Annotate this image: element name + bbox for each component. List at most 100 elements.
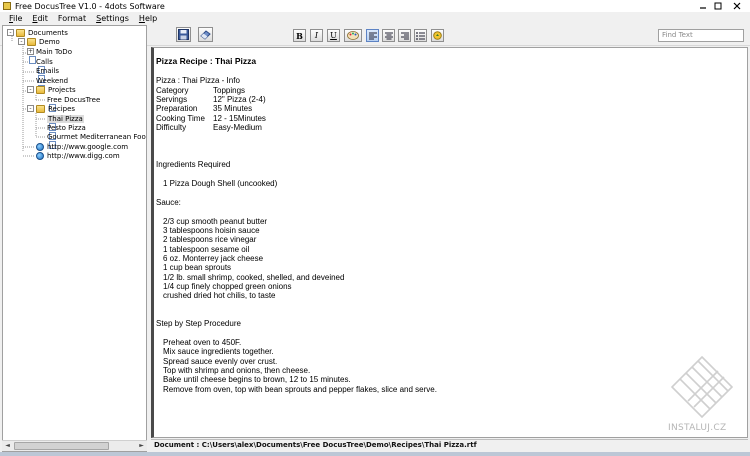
scroll-right-icon[interactable]: ►: [136, 441, 147, 451]
tree-node-projects[interactable]: - Projects: [27, 85, 76, 94]
align-center-icon: [384, 32, 393, 39]
dough-shell-item: 1 Pizza Dough Shell (uncooked): [163, 179, 278, 189]
title-bar: Free DocusTree V1.0 - 4dots Software: [0, 0, 750, 12]
document-tree: - Documents - Demo + Main ToDo Calls Ema…: [2, 25, 147, 452]
collapse-icon[interactable]: -: [18, 38, 25, 45]
ingredient-item: 6 oz. Monterrey jack cheese: [163, 253, 264, 263]
eraser-button[interactable]: [198, 27, 213, 42]
tree-node-main-todo[interactable]: + Main ToDo: [27, 47, 72, 64]
eraser-icon: [200, 30, 211, 40]
tree-node-calls[interactable]: Calls: [36, 57, 53, 74]
procedure-step: Top with shrimp and onions, then cheese.: [163, 366, 311, 375]
collapse-icon[interactable]: -: [7, 29, 14, 36]
tree-horizontal-scrollbar[interactable]: ◄ ►: [2, 440, 147, 451]
document-editor[interactable]: Pizza Recipe : Thai Pizza Pizza : Thai P…: [151, 47, 748, 438]
tree-node-free-docustree[interactable]: Free DocusTree: [47, 95, 100, 112]
tree-node-emails[interactable]: Emails: [36, 66, 59, 83]
close-button[interactable]: [726, 0, 748, 11]
ingredient-item: 2 tablespoons rice vinegar: [163, 235, 257, 245]
procedure-step: Preheat oven to 450F.: [163, 337, 242, 347]
ingredient-item: 1 tablespoon sesame oil: [163, 244, 250, 254]
tree-node-recipes[interactable]: - Recipes: [27, 104, 75, 113]
bullet-list-button[interactable]: [414, 29, 427, 42]
menu-bar: File Edit Format Settings Help: [0, 12, 750, 24]
maximize-button[interactable]: [711, 0, 725, 11]
ingredient-item: 2/3 cup smooth peanut butter: [163, 216, 268, 226]
tree-node-documents[interactable]: - Documents: [7, 28, 68, 37]
watermark: INSTALUJ.CZ: [662, 355, 742, 440]
document-title: Pizza Recipe : Thai Pizza: [156, 56, 257, 66]
ingredient-item: 1 cup bean sprouts: [163, 263, 232, 273]
menu-edit[interactable]: Edit: [27, 14, 53, 23]
align-left-button[interactable]: [366, 29, 379, 42]
bullet-list-icon: [416, 31, 425, 40]
info-row: Preparation 35 Minutes: [156, 104, 253, 114]
app-icon: [3, 2, 11, 10]
menu-format[interactable]: Format: [53, 14, 91, 23]
scrollbar-thumb[interactable]: [14, 442, 109, 450]
tree-node-digg-link[interactable]: http://www.digg.com: [36, 151, 120, 160]
procedure-step: Remove from oven, top with bean sprouts …: [163, 384, 437, 394]
ingredient-item: 3 tablespoons hoisin sauce: [163, 225, 260, 235]
align-center-button[interactable]: [382, 29, 395, 42]
procedure-step: Spread sauce evenly over crust.: [163, 356, 278, 366]
tree-node-pesto-pizza[interactable]: Pesto Pizza: [47, 123, 86, 140]
watermark-logo: [670, 355, 734, 419]
tree-node-thai-pizza[interactable]: Thai Pizza: [47, 114, 84, 131]
minimize-icon: [700, 6, 706, 9]
folder-icon: [27, 37, 36, 46]
insert-image-icon: [433, 31, 442, 40]
align-left-icon: [368, 32, 377, 39]
ingredient-item: 1/2 lb. small shrimp, cooked, shelled, a…: [163, 272, 345, 282]
document-icon: [29, 56, 36, 64]
ingredient-item: 1/4 cup finely chopped green onions: [163, 281, 292, 291]
maximize-icon: [714, 2, 722, 9]
document-content: Pizza Recipe : Thai Pizza Pizza : Thai P…: [156, 56, 437, 394]
color-button[interactable]: [344, 29, 362, 42]
save-button[interactable]: [176, 27, 191, 42]
underline-button[interactable]: U: [327, 29, 340, 42]
close-icon: [733, 2, 741, 9]
info-heading: Pizza : Thai Pizza - Info: [156, 76, 240, 86]
align-right-button[interactable]: [398, 29, 411, 42]
tree-node-gourmet-mediterranean[interactable]: Gourmet Mediterranean Food F: [47, 132, 146, 149]
info-row: Cooking Time 12 - 15Minutes: [156, 113, 266, 123]
tree-node-google-link[interactable]: http://www.google.com: [36, 142, 128, 151]
globe-icon: [36, 142, 44, 151]
italic-button[interactable]: I: [310, 29, 323, 42]
sauce-heading: Sauce:: [156, 197, 181, 207]
menu-settings[interactable]: Settings: [91, 14, 134, 23]
menu-file[interactable]: File: [4, 14, 27, 23]
collapse-icon[interactable]: -: [27, 86, 34, 93]
watermark-text: INSTALUJ.CZ: [668, 423, 727, 433]
ingredients-heading: Ingredients Required: [156, 160, 231, 170]
window-controls: [696, 0, 748, 11]
minimize-button[interactable]: [696, 0, 710, 11]
info-row: Difficulty Easy-Medium: [156, 123, 262, 133]
folder-icon: [16, 28, 25, 37]
tree-node-weekend[interactable]: Weekend: [36, 76, 68, 93]
insert-image-button[interactable]: [431, 29, 444, 42]
procedure-step: Bake until cheese begins to brown, 12 to…: [163, 375, 351, 385]
procedure-step: Mix sauce ingredients together.: [163, 347, 274, 357]
info-row: Servings 12" Pizza (2-4): [156, 95, 266, 105]
taskbar-edge: [0, 452, 750, 456]
bold-button[interactable]: B: [293, 29, 306, 42]
window-title: Free DocusTree V1.0 - 4dots Software: [15, 1, 165, 11]
folder-icon: [36, 85, 45, 94]
scroll-left-icon[interactable]: ◄: [2, 441, 13, 451]
globe-icon: [36, 151, 44, 160]
status-bar: Document : C:\Users\alex\Documents\Free …: [151, 439, 748, 451]
info-row: Category Toppings: [156, 85, 246, 95]
ingredient-item: crushed dried hot chilis, to taste: [163, 291, 276, 301]
procedure-heading: Step by Step Procedure: [156, 319, 241, 329]
save-icon: [178, 29, 189, 40]
palette-icon: [347, 31, 359, 40]
tree-node-demo[interactable]: - Demo: [18, 37, 60, 46]
menu-help[interactable]: Help: [134, 14, 162, 23]
collapse-icon[interactable]: -: [27, 105, 34, 112]
folder-icon: [36, 104, 45, 113]
expand-icon[interactable]: +: [27, 48, 34, 55]
find-text-input[interactable]: Find Text: [658, 29, 744, 42]
align-right-icon: [400, 32, 409, 39]
